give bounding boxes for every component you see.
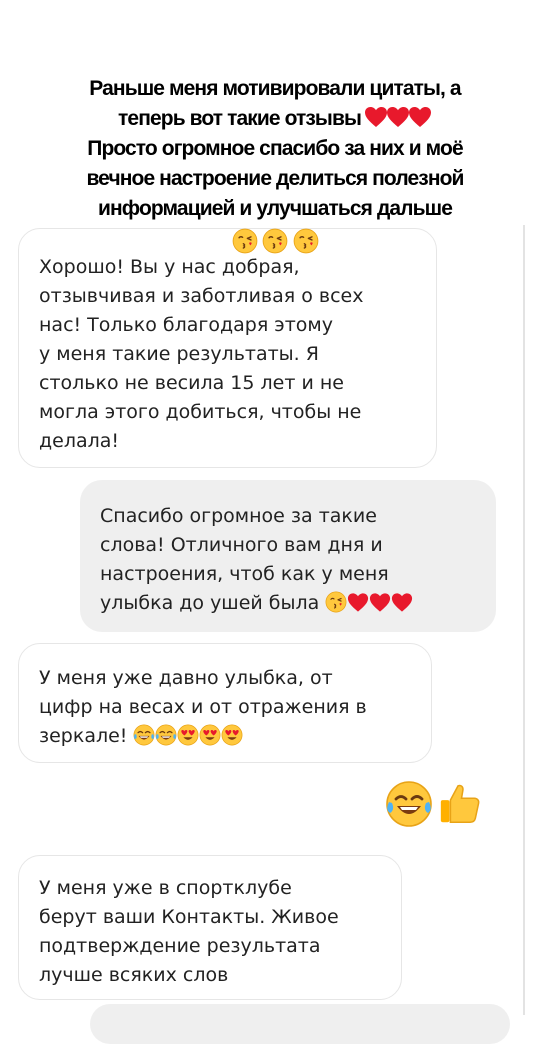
tears-of-joy-icon xyxy=(385,780,433,828)
red-heart-icon xyxy=(347,592,369,613)
caption-text: теперь вот такие отзывы xyxy=(118,107,362,130)
face-blowing-kiss-icon xyxy=(293,228,319,254)
incoming-message-bubble: Хорошо! Вы у нас добрая, отзывчивая и за… xyxy=(18,228,437,468)
outgoing-message-bubble: Спасибо огромное за такие слова! Отлично… xyxy=(80,480,496,632)
message-line: У меня уже давно улыбка, от xyxy=(39,667,333,689)
message-line: берут ваши Контакты. Живое xyxy=(39,906,339,928)
caption-line: информацией и улучшаться дальше xyxy=(97,197,453,220)
message-line: слова! Отличного вам дня и xyxy=(100,534,383,556)
message-line: Спасибо огромное за такие xyxy=(100,505,377,527)
message-line: нас! Только благодаря этому xyxy=(39,314,333,336)
heart-eyes-icon xyxy=(177,724,199,746)
message-line: столько не весила 15 лет и не xyxy=(39,372,344,394)
tears-of-joy-icon xyxy=(133,724,155,746)
heart-eyes-icon xyxy=(221,724,243,746)
thumbs-up-icon xyxy=(437,780,483,828)
caption-emoji-row xyxy=(232,228,319,254)
message-line: отзывчивая и заботливая о всех xyxy=(39,285,364,307)
red-heart-icon xyxy=(386,106,410,128)
tears-of-joy-icon xyxy=(155,724,177,746)
red-heart-icon xyxy=(364,106,388,128)
message-line: подтверждение результата xyxy=(39,935,321,957)
emoji-reaction-message xyxy=(385,780,483,828)
message-line: лучше всяких слов xyxy=(39,964,229,986)
face-blowing-kiss-icon xyxy=(325,591,347,613)
outgoing-message-bubble-partial xyxy=(90,1004,510,1044)
red-heart-icon xyxy=(369,592,391,613)
message-text: зеркале! xyxy=(39,725,128,747)
caption-line: Раньше меня мотивировали цитаты, а xyxy=(89,77,461,100)
message-line: могла этого добиться, чтобы не xyxy=(39,401,362,423)
heart-eyes-icon xyxy=(199,724,221,746)
screenshot-edge-divider xyxy=(523,225,525,1015)
message-line: настроения, чтоб как у меня xyxy=(100,563,389,585)
incoming-message-bubble: У меня уже в спортклубе берут ваши Конта… xyxy=(18,855,402,1000)
incoming-message-bubble: У меня уже давно улыбка, от цифр на веса… xyxy=(18,643,432,763)
message-text: улыбка до ушей была xyxy=(100,592,320,614)
message-line: зеркале! xyxy=(39,722,413,751)
message-line: улыбка до ушей была xyxy=(100,589,478,618)
caption-line: Просто огромное спасибо за них и моё xyxy=(87,137,463,160)
message-line: У меня уже в спортклубе xyxy=(39,877,292,899)
message-line: у меня такие результаты. Я xyxy=(39,343,319,365)
face-blowing-kiss-icon xyxy=(232,228,258,254)
message-line: делала! xyxy=(39,430,120,452)
message-line: цифр на весах и от отражения в xyxy=(39,696,367,718)
caption-line: теперь вот такие отзывы xyxy=(30,104,520,134)
message-line: Хорошо! Вы у нас добрая, xyxy=(39,256,300,278)
red-heart-icon xyxy=(408,106,432,128)
caption-header: Раньше меня мотивировали цитаты, а тепер… xyxy=(30,74,520,224)
red-heart-icon xyxy=(391,592,413,613)
face-blowing-kiss-icon xyxy=(262,228,288,254)
caption-line: вечное настроение делиться полезной xyxy=(86,167,464,190)
